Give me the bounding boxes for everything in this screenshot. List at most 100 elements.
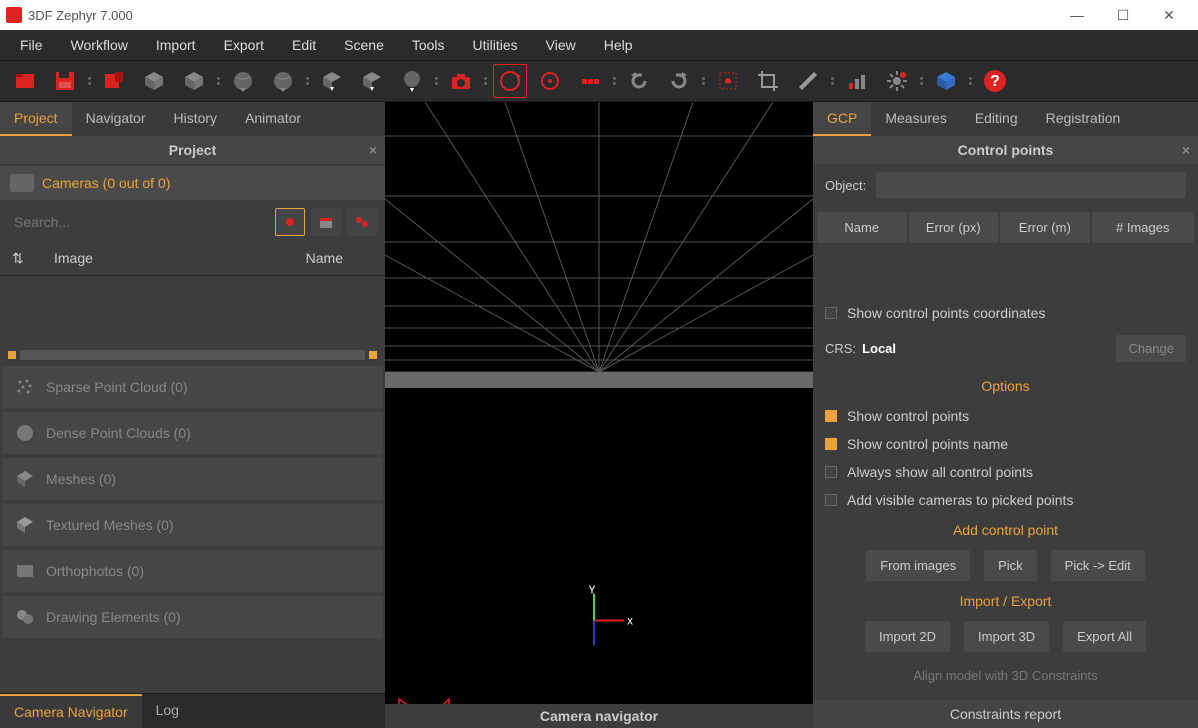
checkbox-icon[interactable] [825, 494, 837, 506]
tree-meshes[interactable]: Meshes (0) [2, 458, 383, 500]
settings-icon[interactable] [880, 64, 914, 98]
opt-show-control-points[interactable]: Show control points [813, 402, 1198, 430]
tab-gcp[interactable]: GCP [813, 102, 871, 136]
pick-edit-button[interactable]: Pick -> Edit [1051, 550, 1145, 581]
menu-edit[interactable]: Edit [278, 31, 330, 59]
tab-project[interactable]: Project [0, 102, 72, 136]
undo-icon[interactable] [622, 64, 656, 98]
col-image[interactable]: Image [54, 250, 93, 267]
tab-animator[interactable]: Animator [231, 102, 315, 136]
wizard-icon[interactable] [97, 64, 131, 98]
pick-button[interactable]: Pick [984, 550, 1037, 581]
scroll-dot-left[interactable] [8, 351, 16, 359]
tree-orthophotos[interactable]: Orthophotos (0) [2, 550, 383, 592]
orbit-icon[interactable] [493, 64, 527, 98]
menu-import[interactable]: Import [142, 31, 210, 59]
menu-export[interactable]: Export [210, 31, 278, 59]
show-coords-row[interactable]: Show control points coordinates [813, 299, 1198, 327]
tab-registration[interactable]: Registration [1032, 102, 1135, 136]
object-field[interactable] [876, 172, 1186, 198]
tree-drawing-elements[interactable]: Drawing Elements (0) [2, 596, 383, 638]
tree-label: Dense Point Clouds (0) [46, 425, 191, 441]
menu-scene[interactable]: Scene [330, 31, 398, 59]
scroll-track[interactable] [20, 350, 365, 360]
gcp-table-header: Name Error (px) Error (m) # Images [813, 206, 1198, 249]
opt-show-cp-name[interactable]: Show control points name [813, 430, 1198, 458]
crop-icon[interactable] [751, 64, 785, 98]
search-row [0, 202, 385, 242]
chart-icon[interactable] [840, 64, 874, 98]
cube-up-1-icon[interactable] [315, 64, 349, 98]
import-3d-button[interactable]: Import 3D [964, 621, 1049, 652]
cube-2-icon[interactable] [177, 64, 211, 98]
right-panel: GCP Measures Editing Registration Contro… [813, 102, 1198, 728]
gcp-col-error-m[interactable]: Error (m) [1000, 212, 1090, 243]
maximize-button[interactable]: ☐ [1100, 0, 1146, 30]
rotate-icon[interactable] [533, 64, 567, 98]
cameras-row[interactable]: Cameras (0 out of 0) [0, 166, 385, 200]
checkbox-icon[interactable] [825, 438, 837, 450]
sphere-1-icon[interactable] [226, 64, 260, 98]
help-icon[interactable]: ? [978, 64, 1012, 98]
sphere-up-icon[interactable] [395, 64, 429, 98]
checkbox-icon[interactable] [825, 466, 837, 478]
tree-dense-point-clouds[interactable]: Dense Point Clouds (0) [2, 412, 383, 454]
filter-link-icon[interactable] [347, 208, 377, 236]
panel-title: Control points [958, 142, 1054, 158]
btab-log[interactable]: Log [142, 694, 193, 728]
col-toggle[interactable]: ⇅ [12, 250, 30, 267]
filter-calendar-icon[interactable] [311, 208, 341, 236]
sphere-2-icon[interactable] [266, 64, 300, 98]
scroll-dot-right[interactable] [369, 351, 377, 359]
align-model-text[interactable]: Align model with 3D Constraints [813, 656, 1198, 695]
search-input[interactable] [8, 208, 269, 236]
import-2d-button[interactable]: Import 2D [865, 621, 950, 652]
menu-help[interactable]: Help [590, 31, 647, 59]
checkbox-icon[interactable] [825, 410, 837, 422]
menu-tools[interactable]: Tools [398, 31, 459, 59]
control-points-header: Control points × [813, 136, 1198, 164]
tree-label: Meshes (0) [46, 471, 116, 487]
constraints-footer: Constraints report [813, 700, 1198, 728]
tab-measures[interactable]: Measures [871, 102, 960, 136]
menu-view[interactable]: View [532, 31, 590, 59]
opt-add-visible-cameras[interactable]: Add visible cameras to picked points [813, 486, 1198, 514]
pan-icon[interactable] [573, 64, 607, 98]
gcp-col-name[interactable]: Name [817, 212, 907, 243]
btab-camera-navigator[interactable]: Camera Navigator [0, 694, 142, 728]
tree-textured-meshes[interactable]: Textured Meshes (0) [2, 504, 383, 546]
change-crs-button[interactable]: Change [1116, 335, 1186, 362]
checkbox-icon[interactable] [825, 307, 837, 319]
gcp-col-images[interactable]: # Images [1092, 212, 1194, 243]
io-buttons: Import 2D Import 3D Export All [813, 617, 1198, 656]
close-button[interactable]: ✕ [1146, 0, 1192, 30]
opt-always-show-all[interactable]: Always show all control points [813, 458, 1198, 486]
toolbar-separator [435, 67, 438, 95]
tab-navigator[interactable]: Navigator [72, 102, 160, 136]
cube-1-icon[interactable] [137, 64, 171, 98]
textured-mesh-icon [14, 514, 36, 536]
tab-history[interactable]: History [160, 102, 232, 136]
panel-close-icon[interactable]: × [369, 142, 377, 158]
minimize-button[interactable]: — [1054, 0, 1100, 30]
cube-up-2-icon[interactable] [355, 64, 389, 98]
gcp-col-error-px[interactable]: Error (px) [909, 212, 999, 243]
menu-utilities[interactable]: Utilities [459, 31, 532, 59]
tree-sparse-point-cloud[interactable]: Sparse Point Cloud (0) [2, 366, 383, 408]
redo-icon[interactable] [662, 64, 696, 98]
viewport-3d[interactable]: x Y [385, 102, 813, 728]
export-all-button[interactable]: Export All [1063, 621, 1146, 652]
col-name[interactable]: Name [306, 250, 343, 267]
filter-camera-icon[interactable] [275, 208, 305, 236]
menu-workflow[interactable]: Workflow [57, 31, 142, 59]
camera-icon[interactable] [444, 64, 478, 98]
menu-file[interactable]: File [6, 31, 57, 59]
tab-editing[interactable]: Editing [961, 102, 1032, 136]
new-project-icon[interactable] [8, 64, 42, 98]
save-icon[interactable] [48, 64, 82, 98]
from-images-button[interactable]: From images [866, 550, 970, 581]
ruler-icon[interactable] [791, 64, 825, 98]
bounding-box-icon[interactable] [711, 64, 745, 98]
panel-close-icon[interactable]: × [1182, 142, 1190, 158]
cube-blue-icon[interactable] [929, 64, 963, 98]
